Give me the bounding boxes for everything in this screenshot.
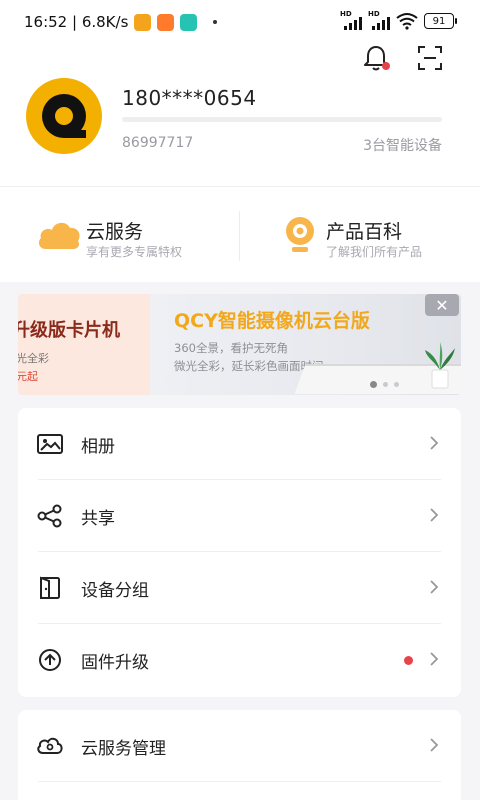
menu-item-cloud-manage[interactable]: 云服务管理	[18, 710, 461, 782]
menu-card-main: 相册 共享 设备分组 固件升级	[18, 408, 461, 697]
banner-slide-previous[interactable]: 升级版卡片机 光全彩 元起	[18, 294, 150, 395]
camera-icon	[286, 217, 314, 252]
cloud-service-title: 云服务	[86, 221, 144, 243]
profile-header: 180****0654 86997717 3台智能设备	[0, 44, 480, 186]
product-wiki-title: 产品百科	[326, 221, 403, 243]
status-bar: 16:52 | 6.8K/s HD HD 91	[0, 0, 480, 44]
photo-album-icon	[37, 434, 63, 454]
menu-item-label: 固件升级	[81, 653, 149, 673]
user-phone[interactable]: 180****0654	[122, 86, 257, 110]
avatar[interactable]	[26, 78, 102, 154]
banner-plant-image	[425, 342, 455, 389]
profile-progress-bar	[122, 117, 442, 122]
banner-slide-current[interactable]: QCY智能摄像机云台版 360全景，看护无死角 微光全彩，延长彩色画面时间	[150, 294, 461, 395]
promo-banner-carousel[interactable]: 升级版卡片机 光全彩 元起 QCY智能摄像机云台版 360全景，看护无死角 微光…	[18, 294, 461, 395]
status-left: 16:52 | 6.8K/s	[24, 13, 218, 31]
app-notification-icon	[180, 13, 198, 31]
banner-line2: 微光全彩，延长彩色画面时间	[174, 359, 324, 373]
notification-badge	[382, 62, 390, 70]
menu-item-label: 共享	[81, 509, 115, 529]
cloud-service-subtitle: 享有更多专属特权	[86, 245, 183, 259]
share-icon	[37, 504, 62, 528]
scan-icon[interactable]	[416, 44, 444, 72]
banner-title: QCY智能摄像机云台版	[174, 310, 370, 332]
user-id: 86997717	[122, 135, 194, 151]
product-wiki-subtitle: 了解我们所有产品	[326, 245, 423, 259]
device-group-icon	[40, 576, 60, 599]
status-time: 16:52 | 6.8K/s	[24, 13, 129, 31]
cloud-service-entry[interactable]: 云服务 享有更多专属特权	[0, 187, 240, 283]
qcy-logo-icon	[42, 94, 86, 138]
chevron-right-icon	[430, 508, 439, 522]
firmware-upgrade-icon	[39, 649, 61, 671]
chevron-right-icon	[430, 580, 439, 594]
services-row: 云服务 享有更多专属特权 产品百科 了解我们所有产品	[0, 186, 480, 282]
cloud-manage-icon	[37, 737, 63, 754]
carousel-indicator	[370, 381, 399, 388]
signal-icon: HD	[368, 10, 390, 30]
app-notification-icon	[134, 13, 152, 31]
chevron-right-icon	[430, 738, 439, 752]
signal-icon: HD	[340, 10, 362, 30]
menu-item-label: 云服务管理	[81, 739, 166, 759]
menu-item-label: 相册	[81, 437, 115, 457]
battery-icon: 91	[424, 13, 457, 29]
menu-item-device-group[interactable]: 设备分组	[18, 552, 461, 624]
menu-item-share[interactable]: 共享	[18, 480, 461, 552]
update-badge	[404, 656, 413, 665]
more-notifications-icon	[213, 20, 218, 24]
menu-item-firmware-upgrade[interactable]: 固件升级	[18, 624, 461, 696]
wifi-icon	[396, 13, 418, 30]
product-wiki-entry[interactable]: 产品百科 了解我们所有产品	[240, 187, 480, 283]
menu-item-album[interactable]: 相册	[18, 408, 461, 480]
banner-prev-line1: 光全彩	[18, 352, 49, 365]
device-count[interactable]: 3台智能设备	[363, 135, 442, 155]
chevron-right-icon	[430, 436, 439, 450]
banner-close-button[interactable]: ✕	[425, 294, 459, 316]
app-notification-icon	[157, 13, 175, 31]
cloud-icon	[38, 222, 80, 249]
menu-item-label: 设备分组	[81, 581, 149, 601]
battery-level: 91	[432, 15, 446, 27]
banner-line1: 360全景，看护无死角	[174, 341, 288, 355]
chevron-right-icon	[430, 652, 439, 666]
status-right: HD HD 91	[340, 10, 457, 30]
banner-prev-title: 升级版卡片机	[18, 320, 120, 341]
banner-prev-line2: 元起	[18, 370, 38, 383]
menu-card-secondary: 云服务管理	[18, 710, 461, 800]
divider	[38, 781, 441, 782]
